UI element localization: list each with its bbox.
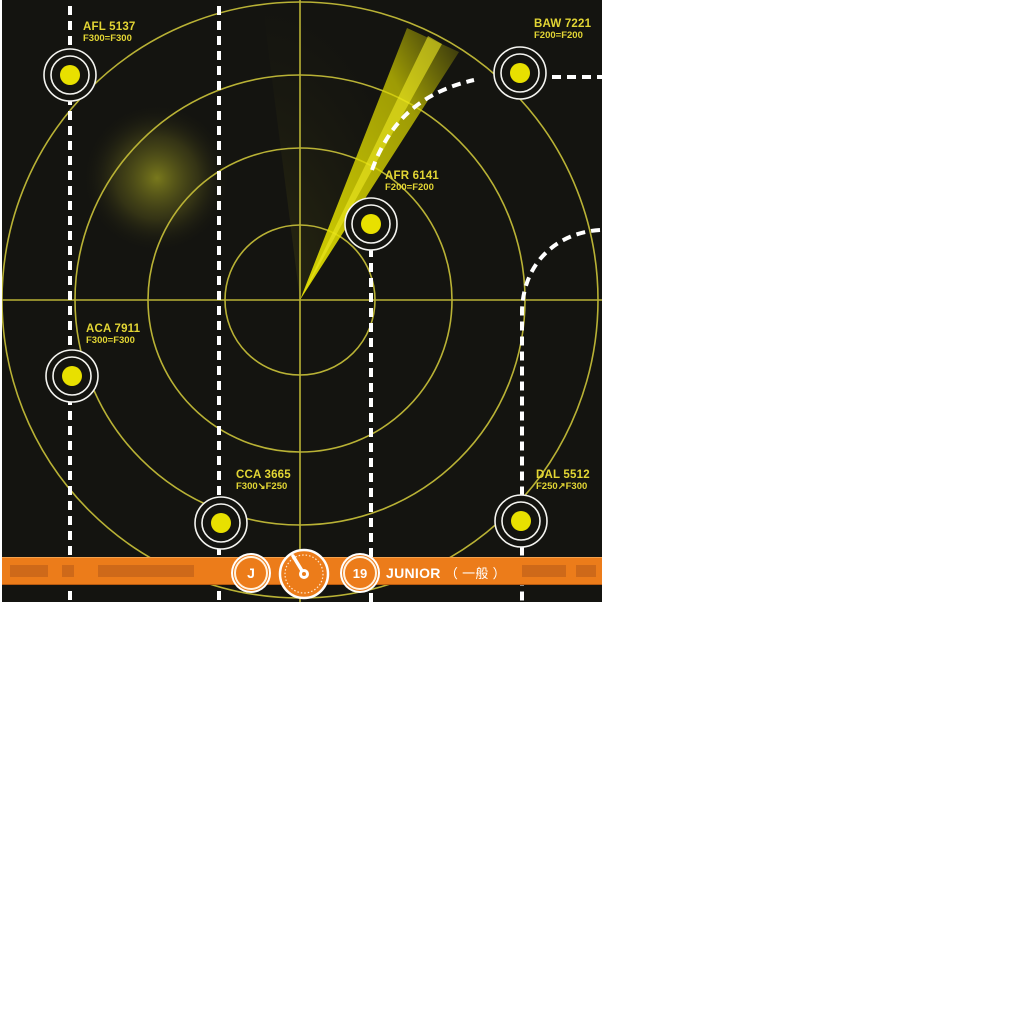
flight-altitude: F250↗F300 <box>536 481 588 493</box>
level-name: JUNIOR <box>386 565 441 581</box>
beacon-dot <box>361 214 381 234</box>
radar-screen <box>2 0 602 602</box>
flight-label-dal-5512: DAL 5512 F250↗F300 <box>536 469 590 493</box>
aircraft-beacon-afl-5137[interactable] <box>43 48 97 102</box>
aircraft-beacon-dal-5512[interactable] <box>494 494 548 548</box>
bar-shade <box>576 565 596 577</box>
beacon-dot <box>510 63 530 83</box>
level-name-jp: （ 一般 ） <box>444 566 506 581</box>
bar-shade <box>98 565 194 577</box>
beacon-dot <box>511 511 531 531</box>
beacon-dot <box>62 366 82 386</box>
flight-label-baw-7221: BAW 7221 F200=F200 <box>534 18 591 42</box>
bar-shade <box>62 565 74 577</box>
level-title: JUNIOR （ 一般 ） <box>386 563 506 582</box>
flight-altitude: F200=F200 <box>385 182 434 194</box>
flight-altitude: F200=F200 <box>534 30 583 42</box>
aircraft-beacon-cca-3665[interactable] <box>194 496 248 550</box>
flight-altitude: F300=F300 <box>83 33 132 45</box>
beacon-dot <box>211 513 231 533</box>
bar-shade <box>522 565 566 577</box>
puzzle-card: AFL 5137 F300=F300 BAW 7221 F200=F200 AFR 61… <box>2 0 602 602</box>
speed-gauge-icon <box>278 548 330 600</box>
aircraft-beacon-aca-7911[interactable] <box>45 349 99 403</box>
flight-label-cca-3665: CCA 3665 F300↘F250 <box>236 469 291 493</box>
flight-label-afl-5137: AFL 5137 F300=F300 <box>83 21 136 45</box>
bar-shade <box>10 565 48 577</box>
beacon-dot <box>60 65 80 85</box>
puzzle-number-badge: 19 <box>343 556 377 590</box>
flight-label-aca-7911: ACA 7911 F300=F300 <box>86 323 140 347</box>
level-badge: J <box>234 556 268 590</box>
flight-altitude: F300=F300 <box>86 335 135 347</box>
flight-altitude: F300↘F250 <box>236 481 288 493</box>
aircraft-beacon-baw-7221[interactable] <box>493 46 547 100</box>
aircraft-beacon-afr-6141[interactable] <box>344 197 398 251</box>
flight-label-afr-6141: AFR 6141 F200=F200 <box>385 170 439 194</box>
